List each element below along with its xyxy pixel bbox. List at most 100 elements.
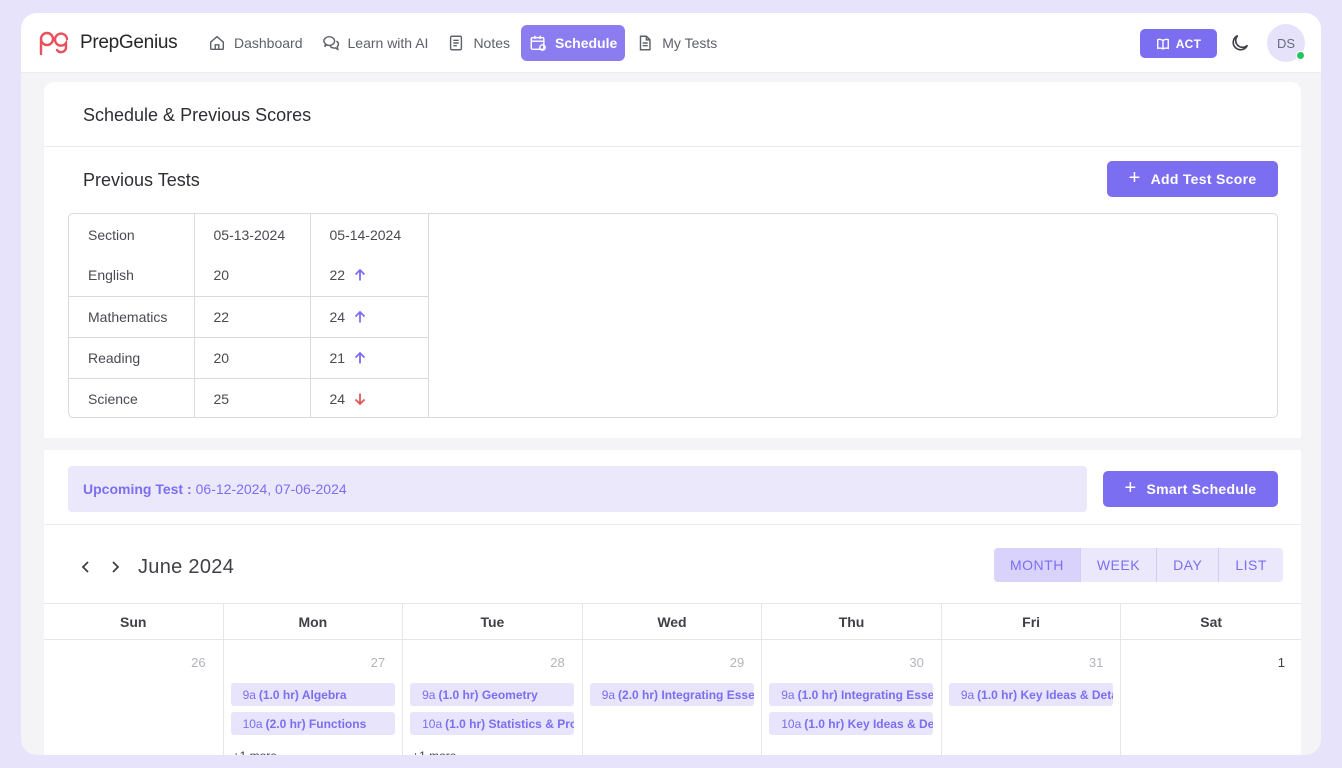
nav-dashboard[interactable]: Dashboard: [200, 25, 311, 61]
section-name-cell: Mathematics: [69, 296, 195, 338]
nav-my-tests[interactable]: My Tests: [628, 25, 725, 61]
calendar-weekday-header: Sun Mon Tue Wed Thu Fri Sat: [44, 603, 1301, 640]
brand-logo[interactable]: PrepGenius: [38, 30, 178, 56]
view-month-button[interactable]: MONTH: [994, 548, 1081, 582]
nav-learn-with-ai-label: Learn with AI: [347, 35, 429, 51]
chevron-left-icon: [81, 561, 89, 573]
upcoming-test-banner: Upcoming Test : 06-12-2024, 07-06-2024: [68, 466, 1087, 512]
event-title: (1.0 hr) Geometry: [438, 687, 538, 702]
calendar-day-cell[interactable]: 31 9a(1.0 hr) Key Ideas & Details: [942, 640, 1122, 755]
arrow-up-icon: [353, 268, 367, 282]
calendar-event[interactable]: 9a(2.0 hr) Integrating Essential Skills: [589, 683, 754, 706]
file-icon: [640, 35, 651, 51]
view-week-button[interactable]: WEEK: [1081, 548, 1158, 582]
event-time: 10a: [422, 716, 443, 731]
calendar-event[interactable]: 9a (1.0 hr) Algebra: [230, 683, 395, 706]
weekday-header: Wed: [583, 604, 763, 639]
calendar-day-cell[interactable]: 26: [44, 640, 224, 755]
nav-my-tests-label: My Tests: [662, 35, 718, 51]
day-number[interactable]: 28: [550, 655, 564, 670]
event-title: (1.0 hr) Key Ideas & Details: [977, 687, 1113, 702]
add-test-score-button[interactable]: + Add Test Score: [1107, 161, 1278, 197]
nav-notes[interactable]: Notes: [439, 25, 518, 61]
page-title: Schedule & Previous Scores: [83, 105, 312, 125]
previous-scores-table: Section 05-13-2024 05-14-2024 English 20 2…: [68, 213, 1278, 418]
table-row: Science 25 24: [69, 378, 429, 417]
event-title: (1.0 hr) Algebra: [258, 687, 347, 702]
avatar-initials: DS: [1276, 35, 1296, 51]
weekday-header: Fri: [942, 604, 1122, 639]
score-cell: 21: [310, 337, 429, 379]
prepgenius-logo-icon: [39, 31, 69, 56]
day-number[interactable]: 30: [909, 655, 923, 670]
calendar-event[interactable]: 9a (1.0 hr) Geometry: [410, 683, 575, 706]
event-title: (1.0 hr) Integrating Essential Skills: [797, 687, 934, 702]
calendar-event[interactable]: 9a(1.0 hr) Key Ideas & Details: [948, 683, 1113, 706]
calendar-day-cell[interactable]: 29 9a(2.0 hr) Integrating Essential Skill…: [583, 640, 763, 755]
score-value: 24: [329, 390, 346, 407]
calendar-title: June 2024: [138, 555, 235, 578]
user-avatar[interactable]: DS: [1267, 24, 1305, 62]
day-number[interactable]: 1: [1278, 655, 1285, 670]
score-cell: 22: [194, 296, 311, 338]
more-events-link[interactable]: +1 more: [233, 749, 277, 755]
table-header-row: Section 05-13-2024 05-14-2024: [69, 214, 429, 255]
weekday-header: Sat: [1200, 613, 1223, 630]
more-events-link[interactable]: +1 more: [412, 749, 456, 755]
section-divider: [44, 146, 1301, 147]
chevron-right-icon: [112, 561, 120, 573]
calendar-icon: [530, 35, 546, 51]
event-title: (1.0 hr) Statistics & Probability: [445, 716, 575, 731]
arrow-down-icon: [353, 392, 367, 406]
calendar-event[interactable]: 10a(1.0 hr) Key Ideas & Details: [769, 712, 934, 735]
event-time: 9a: [601, 687, 616, 702]
upcoming-test-label: Upcoming Test :: [83, 481, 192, 497]
calendar-event[interactable]: 9a(1.0 hr) Integrating Essential Skills: [769, 683, 934, 706]
previous-tests-title: Previous Tests: [83, 170, 200, 190]
nav-notes-label: Notes: [473, 35, 511, 51]
book-icon: [1156, 38, 1169, 50]
exam-selector-button[interactable]: ACT: [1140, 29, 1217, 58]
day-number[interactable]: 27: [371, 655, 385, 670]
calendar-day-cell[interactable]: 28 9a (1.0 hr) Geometry 10a (1.0 hr) Statist…: [403, 640, 583, 755]
day-number[interactable]: 31: [1089, 655, 1103, 670]
nav-schedule[interactable]: Schedule: [521, 25, 626, 61]
section-name-cell: Science: [69, 378, 195, 417]
score-cell: 22: [310, 255, 429, 297]
section-divider: [44, 524, 1301, 525]
view-day-button[interactable]: DAY: [1157, 548, 1220, 582]
day-number[interactable]: 26: [191, 655, 205, 670]
day-number[interactable]: 29: [730, 655, 744, 670]
nav-dashboard-label: Dashboard: [234, 35, 303, 51]
weekday-header: Sun: [44, 604, 224, 639]
column-header: Section: [69, 214, 195, 255]
chat-icon: [322, 36, 339, 51]
event-time: 9a: [960, 687, 975, 702]
calendar-event[interactable]: 10a (2.0 hr) Functions: [230, 712, 395, 735]
section-name-cell: English: [69, 255, 195, 297]
score-cell: 25: [194, 378, 311, 417]
calendar-day-cell[interactable]: 27 9a (1.0 hr) Algebra 10a (2.0 hr) Function…: [224, 640, 404, 755]
event-title: (1.0 hr) Key Ideas & Details: [804, 716, 934, 731]
score-value: 24: [329, 308, 346, 325]
view-list-button[interactable]: LIST: [1219, 548, 1283, 582]
event-time: 10a: [781, 716, 802, 731]
calendar-day-cell[interactable]: 1: [1121, 640, 1301, 755]
event-title: (2.0 hr) Functions: [265, 716, 367, 731]
smart-schedule-button[interactable]: + Smart Schedule: [1103, 471, 1278, 507]
weekday-header: Mon: [224, 604, 404, 639]
event-time: 9a: [242, 687, 256, 702]
score-value: 21: [329, 349, 346, 366]
calendar-day-cell[interactable]: 30 9a(1.0 hr) Integrating Essential Skill…: [762, 640, 942, 755]
calendar-event[interactable]: 10a(1.0 hr) Statistics & Probability: [410, 712, 575, 735]
weekday-header: Tue: [403, 604, 583, 639]
arrow-up-icon: [353, 351, 367, 365]
nav-learn-with-ai[interactable]: Learn with AI: [314, 25, 437, 61]
next-month-button[interactable]: [105, 555, 129, 579]
table-row: Reading 20 21: [69, 337, 429, 379]
dark-mode-toggle[interactable]: [1229, 32, 1253, 56]
score-cell: 20: [194, 337, 311, 379]
previous-month-button[interactable]: [76, 555, 100, 579]
online-status-indicator: [1296, 51, 1305, 60]
moon-icon: [1232, 34, 1249, 51]
